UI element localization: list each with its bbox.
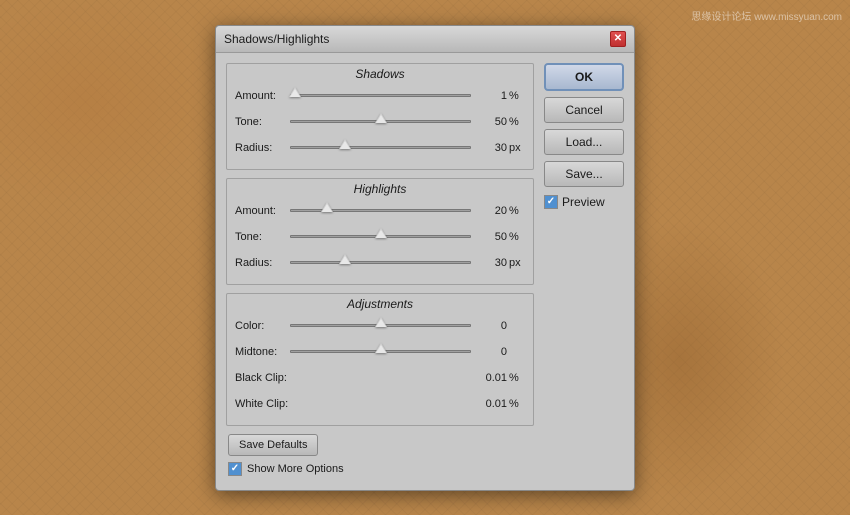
right-panel: OK Cancel Load... Save... Preview <box>544 63 624 480</box>
adjustments-black-clip-row: Black Clip: 0.01 % <box>235 367 525 389</box>
adjustments-black-clip-label: Black Clip: <box>235 372 305 384</box>
shadows-amount-thumb[interactable] <box>289 87 301 97</box>
shadows-content: Amount: 1 % Tone: <box>227 85 533 169</box>
adjustments-midtone-thumb[interactable] <box>375 343 387 353</box>
ok-button[interactable]: OK <box>544 63 624 91</box>
show-more-options-label: Show More Options <box>247 463 344 475</box>
adjustments-midtone-label: Midtone: <box>235 346 290 358</box>
highlights-radius-unit: px <box>509 257 525 269</box>
highlights-tone-slider[interactable] <box>290 229 471 245</box>
close-button[interactable]: ✕ <box>610 31 626 47</box>
adjustments-content: Color: 0 Midtone: <box>227 315 533 425</box>
shadows-amount-label: Amount: <box>235 90 290 102</box>
show-more-options-checkbox[interactable] <box>228 462 242 476</box>
highlights-amount-row: Amount: 20 % <box>235 200 525 222</box>
shadows-amount-value[interactable]: 1 <box>475 90 507 102</box>
adjustments-white-clip-unit: % <box>509 398 525 410</box>
shadows-radius-thumb[interactable] <box>339 139 351 149</box>
show-more-options-row: Show More Options <box>228 462 532 476</box>
highlights-amount-value[interactable]: 20 <box>475 205 507 217</box>
highlights-tone-thumb[interactable] <box>375 228 387 238</box>
shadows-tone-unit: % <box>509 116 525 128</box>
shadows-amount-slider[interactable] <box>290 88 471 104</box>
adjustments-white-clip-value[interactable]: 0.01 <box>475 398 507 410</box>
preview-label: Preview <box>562 195 605 209</box>
adjustments-color-value[interactable]: 0 <box>475 320 507 332</box>
highlights-amount-track <box>290 209 471 212</box>
shadows-section: Shadows Amount: 1 % Tone: <box>226 63 534 170</box>
shadows-radius-row: Radius: 30 px <box>235 137 525 159</box>
shadows-tone-track <box>290 120 471 123</box>
highlights-tone-row: Tone: 50 % <box>235 226 525 248</box>
shadows-title: Shadows <box>227 64 533 85</box>
dialog-shadows-highlights: Shadows/Highlights ✕ Shadows Amount: <box>215 25 635 491</box>
load-button[interactable]: Load... <box>544 129 624 155</box>
adjustments-white-clip-label: White Clip: <box>235 398 305 410</box>
shadows-tone-thumb[interactable] <box>375 113 387 123</box>
shadows-tone-label: Tone: <box>235 116 290 128</box>
shadows-radius-track <box>290 146 471 149</box>
dialog-title: Shadows/Highlights <box>224 32 329 46</box>
adjustments-black-clip-value[interactable]: 0.01 <box>475 372 507 384</box>
highlights-tone-track <box>290 235 471 238</box>
shadows-radius-value[interactable]: 30 <box>475 142 507 154</box>
adjustments-color-label: Color: <box>235 320 290 332</box>
highlights-radius-row: Radius: 30 px <box>235 252 525 274</box>
shadows-amount-unit: % <box>509 90 525 102</box>
highlights-amount-thumb[interactable] <box>321 202 333 212</box>
highlights-radius-slider[interactable] <box>290 255 471 271</box>
highlights-amount-unit: % <box>509 205 525 217</box>
adjustments-color-slider[interactable] <box>290 318 471 334</box>
highlights-radius-track <box>290 261 471 264</box>
shadows-amount-track <box>290 94 471 97</box>
adjustments-color-row: Color: 0 <box>235 315 525 337</box>
adjustments-black-clip-unit: % <box>509 372 525 384</box>
adjustments-midtone-value[interactable]: 0 <box>475 346 507 358</box>
dialog-body: Shadows Amount: 1 % Tone: <box>216 53 634 490</box>
dialog-titlebar: Shadows/Highlights ✕ <box>216 26 634 53</box>
highlights-radius-label: Radius: <box>235 257 290 269</box>
highlights-radius-value[interactable]: 30 <box>475 257 507 269</box>
preview-checkbox[interactable] <box>544 195 558 209</box>
highlights-tone-label: Tone: <box>235 231 290 243</box>
bottom-controls: Save Defaults Show More Options <box>226 434 534 480</box>
cancel-button[interactable]: Cancel <box>544 97 624 123</box>
highlights-tone-value[interactable]: 50 <box>475 231 507 243</box>
shadows-radius-slider[interactable] <box>290 140 471 156</box>
shadows-radius-label: Radius: <box>235 142 290 154</box>
highlights-section: Highlights Amount: 20 % Tone: <box>226 178 534 285</box>
highlights-content: Amount: 20 % Tone: <box>227 200 533 284</box>
highlights-tone-unit: % <box>509 231 525 243</box>
adjustments-color-track <box>290 324 471 327</box>
left-panel: Shadows Amount: 1 % Tone: <box>226 63 534 480</box>
highlights-radius-thumb[interactable] <box>339 254 351 264</box>
adjustments-midtone-slider[interactable] <box>290 344 471 360</box>
shadows-amount-row: Amount: 1 % <box>235 85 525 107</box>
save-button[interactable]: Save... <box>544 161 624 187</box>
adjustments-midtone-row: Midtone: 0 <box>235 341 525 363</box>
shadows-radius-unit: px <box>509 142 525 154</box>
adjustments-title: Adjustments <box>227 294 533 315</box>
watermark-text: 思缘设计论坛 www.missyuan.com <box>691 8 842 23</box>
adjustments-white-clip-row: White Clip: 0.01 % <box>235 393 525 415</box>
adjustments-section: Adjustments Color: 0 Midtone: <box>226 293 534 426</box>
shadows-tone-slider[interactable] <box>290 114 471 130</box>
shadows-tone-value[interactable]: 50 <box>475 116 507 128</box>
adjustments-color-thumb[interactable] <box>375 317 387 327</box>
adjustments-midtone-track <box>290 350 471 353</box>
save-defaults-button[interactable]: Save Defaults <box>228 434 318 456</box>
highlights-amount-slider[interactable] <box>290 203 471 219</box>
preview-row: Preview <box>544 193 624 211</box>
shadows-tone-row: Tone: 50 % <box>235 111 525 133</box>
highlights-title: Highlights <box>227 179 533 200</box>
highlights-amount-label: Amount: <box>235 205 290 217</box>
